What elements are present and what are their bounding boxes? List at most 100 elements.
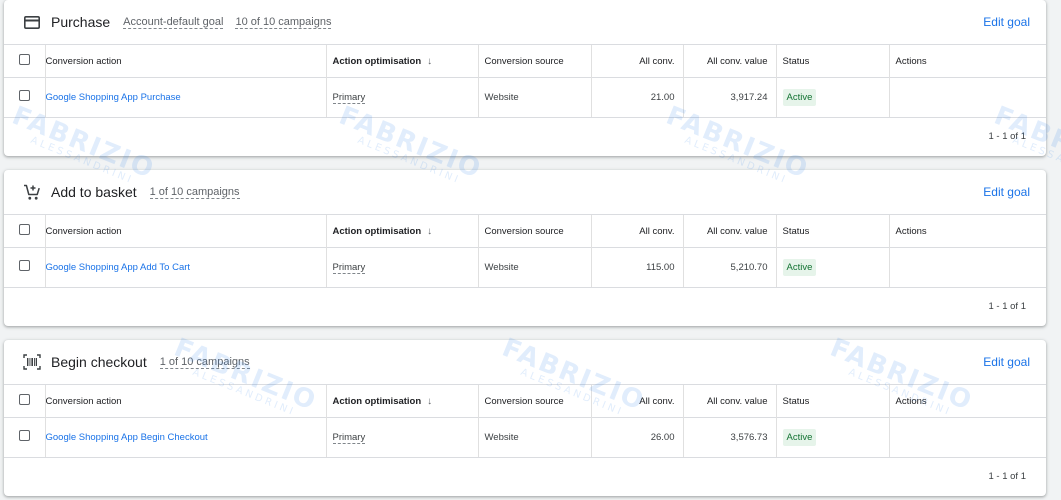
select-all-checkbox[interactable]	[19, 54, 30, 65]
all-conv-cell: 26.00	[590, 417, 683, 457]
col-all-conv[interactable]: All conv.	[590, 44, 683, 78]
row-select-cell	[4, 247, 45, 287]
table-header-row: Conversion action Action optimisation ↓ C…	[4, 44, 1046, 78]
col-conversion-action[interactable]: Conversion action	[44, 214, 326, 248]
select-all-cell	[4, 44, 45, 78]
col-all-conv-value[interactable]: All conv. value	[682, 214, 776, 248]
sort-arrow-down-icon[interactable]: ↓	[427, 56, 432, 67]
table-header-row: Conversion action Action optimisation ↓ C…	[4, 384, 1046, 418]
col-conversion-action[interactable]: Conversion action	[44, 44, 326, 78]
col-all-conv-value[interactable]: All conv. value	[682, 384, 776, 418]
conversion-action-cell: Google Shopping App Purchase	[44, 77, 326, 117]
all-conv-value-cell: 5,210.70	[682, 247, 776, 287]
source-cell: Website	[477, 247, 591, 287]
source-cell: Website	[477, 417, 591, 457]
col-action-optimisation-label: Action optimisation	[332, 55, 422, 67]
status-badge: Active	[782, 258, 817, 276]
goal-title: Add to basket	[51, 184, 137, 200]
actions-cell	[888, 417, 1046, 457]
col-status[interactable]: Status	[775, 44, 889, 78]
edit-goal-button[interactable]: Edit goal	[983, 15, 1030, 29]
col-all-conv-value[interactable]: All conv. value	[682, 44, 776, 78]
edit-goal-button[interactable]: Edit goal	[983, 355, 1030, 369]
table-header-row: Conversion action Action optimisation ↓ C…	[4, 214, 1046, 248]
table-row: Google Shopping App Add To Cart Primary …	[4, 247, 1046, 287]
select-all-checkbox[interactable]	[19, 224, 30, 235]
goal-meta-default[interactable]: Account-default goal	[123, 16, 224, 29]
credit-card-icon	[23, 13, 41, 31]
goal-meta-campaigns[interactable]: 1 of 10 campaigns	[149, 186, 240, 199]
row-checkbox[interactable]	[19, 90, 30, 102]
all-conv-cell: 115.00	[590, 247, 683, 287]
all-conv-value-cell: 3,917.24	[682, 77, 776, 117]
table-row: Google Shopping App Begin Checkout Prima…	[4, 417, 1046, 457]
goal-title: Purchase	[51, 14, 111, 30]
goal-card-purchase: Purchase Account-default goal 10 of 10 c…	[4, 0, 1046, 156]
conversion-action-cell: Google Shopping App Begin Checkout	[44, 417, 326, 457]
all-conv-value-cell: 3,576.73	[682, 417, 776, 457]
actions-cell	[888, 77, 1046, 117]
goal-header: Begin checkout 1 of 10 campaigns Edit go…	[4, 340, 1046, 384]
optimisation-value[interactable]: Primary	[332, 261, 366, 274]
row-checkbox[interactable]	[19, 260, 30, 272]
barcode-scan-icon	[23, 353, 41, 371]
col-status[interactable]: Status	[775, 384, 889, 418]
col-action-optimisation[interactable]: Action optimisation ↓	[325, 44, 478, 78]
optimisation-value[interactable]: Primary	[332, 91, 366, 104]
col-conversion-source[interactable]: Conversion source	[477, 44, 591, 78]
col-action-optimisation-label: Action optimisation	[332, 225, 422, 237]
pagination: 1 - 1 of 1	[4, 116, 1046, 156]
col-conversion-action[interactable]: Conversion action	[44, 384, 326, 418]
goal-card-begin-checkout: Begin checkout 1 of 10 campaigns Edit go…	[4, 340, 1046, 496]
goal-card-add-to-basket: Add to basket 1 of 10 campaigns Edit goa…	[4, 170, 1046, 326]
col-actions: Actions	[888, 384, 1046, 418]
sort-arrow-down-icon[interactable]: ↓	[427, 396, 432, 407]
optimisation-value[interactable]: Primary	[332, 431, 366, 444]
table-row: Google Shopping App Purchase Primary Web…	[4, 77, 1046, 117]
col-action-optimisation[interactable]: Action optimisation ↓	[325, 214, 478, 248]
row-select-cell	[4, 77, 45, 117]
pagination: 1 - 1 of 1	[4, 286, 1046, 326]
status-cell: Active	[775, 417, 889, 457]
add-to-cart-icon	[23, 183, 41, 201]
status-cell: Active	[775, 247, 889, 287]
select-all-cell	[4, 214, 45, 248]
conversion-table: Conversion action Action optimisation ↓ C…	[4, 44, 1046, 117]
goal-header: Purchase Account-default goal 10 of 10 c…	[4, 0, 1046, 44]
optimisation-cell: Primary	[325, 247, 478, 287]
edit-goal-button[interactable]: Edit goal	[983, 185, 1030, 199]
col-conversion-source[interactable]: Conversion source	[477, 384, 591, 418]
pagination: 1 - 1 of 1	[4, 456, 1046, 496]
select-all-cell	[4, 384, 45, 418]
col-status[interactable]: Status	[775, 214, 889, 248]
status-cell: Active	[775, 77, 889, 117]
actions-cell	[888, 247, 1046, 287]
optimisation-cell: Primary	[325, 77, 478, 117]
source-cell: Website	[477, 77, 591, 117]
col-all-conv[interactable]: All conv.	[590, 384, 683, 418]
goal-meta-campaigns[interactable]: 10 of 10 campaigns	[235, 16, 332, 29]
all-conv-cell: 21.00	[590, 77, 683, 117]
conversion-action-link[interactable]: Google Shopping App Purchase	[46, 92, 181, 103]
sort-arrow-down-icon[interactable]: ↓	[427, 226, 432, 237]
conversion-table: Conversion action Action optimisation ↓ C…	[4, 214, 1046, 287]
goal-title: Begin checkout	[51, 354, 147, 370]
conversion-table: Conversion action Action optimisation ↓ C…	[4, 384, 1046, 457]
col-actions: Actions	[888, 214, 1046, 248]
row-checkbox[interactable]	[19, 430, 30, 442]
row-select-cell	[4, 417, 45, 457]
optimisation-cell: Primary	[325, 417, 478, 457]
select-all-checkbox[interactable]	[19, 394, 30, 405]
goal-meta-campaigns[interactable]: 1 of 10 campaigns	[159, 356, 250, 369]
col-action-optimisation[interactable]: Action optimisation ↓	[325, 384, 478, 418]
goal-header: Add to basket 1 of 10 campaigns Edit goa…	[4, 170, 1046, 214]
conversion-action-link[interactable]: Google Shopping App Add To Cart	[46, 262, 191, 273]
col-action-optimisation-label: Action optimisation	[332, 395, 422, 407]
col-conversion-source[interactable]: Conversion source	[477, 214, 591, 248]
col-all-conv[interactable]: All conv.	[590, 214, 683, 248]
status-badge: Active	[782, 88, 817, 106]
conversion-action-link[interactable]: Google Shopping App Begin Checkout	[46, 432, 208, 443]
col-actions: Actions	[888, 44, 1046, 78]
conversion-action-cell: Google Shopping App Add To Cart	[44, 247, 326, 287]
status-badge: Active	[782, 428, 817, 446]
